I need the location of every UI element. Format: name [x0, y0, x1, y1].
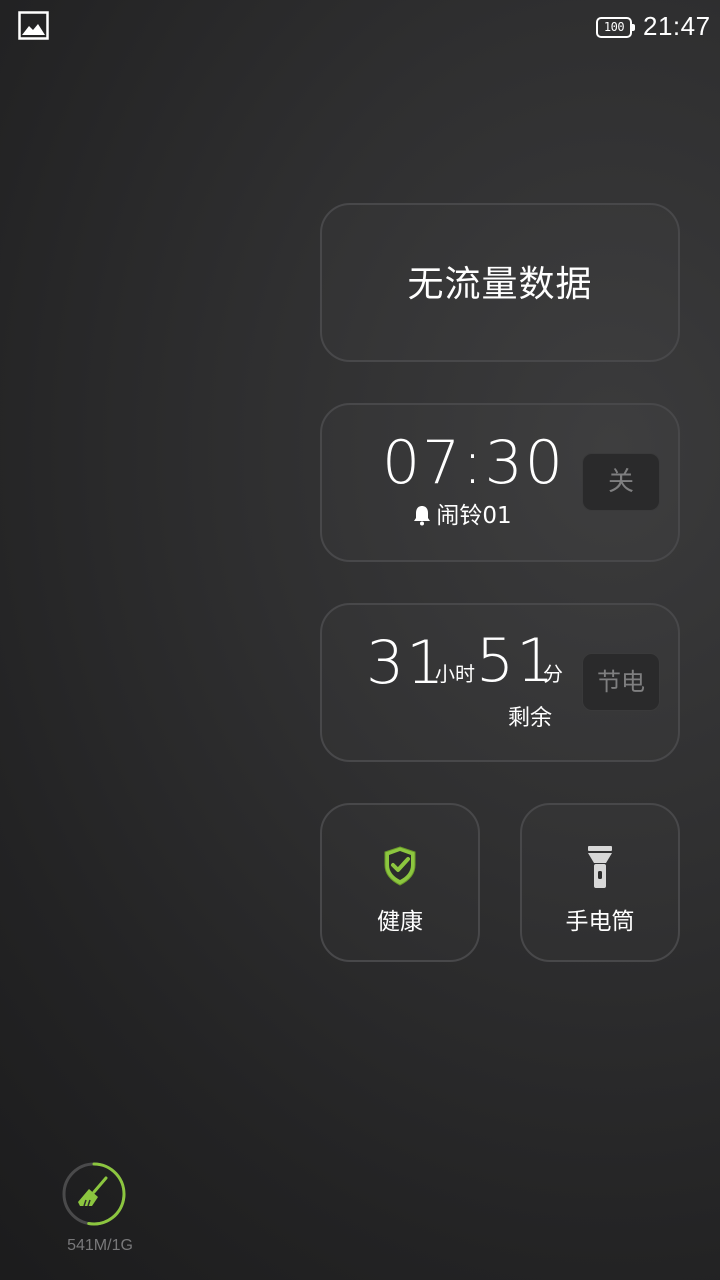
bell-icon — [414, 506, 431, 526]
battery-level: 100 — [603, 20, 625, 34]
flashlight-shortcut[interactable]: 手电筒 — [520, 803, 680, 962]
alarm-time: 07:30 — [382, 428, 565, 498]
health-label: 健康 — [377, 909, 423, 935]
alarm-off-button[interactable]: 关 — [582, 453, 660, 511]
battery-card[interactable]: 31 小时 51 分 剩余 节电 — [320, 603, 680, 762]
battery-hours-unit: 小时 — [435, 662, 475, 686]
broom-icon — [78, 1176, 108, 1207]
shield-check-icon — [322, 845, 478, 889]
health-shortcut[interactable]: 健康 — [320, 803, 480, 962]
alarm-label-row: 闹铃01 — [382, 501, 542, 531]
data-usage-card[interactable]: 无流量数据 — [320, 203, 680, 362]
flashlight-icon — [522, 845, 678, 889]
battery-minutes-unit: 分 — [543, 662, 563, 686]
memory-usage-text: 541M/1G — [67, 1237, 133, 1254]
status-time: 21:47 — [643, 11, 711, 41]
battery-indicator: 100 — [596, 17, 635, 38]
status-bar: 100 21:47 — [0, 0, 720, 52]
data-usage-text: 无流量数据 — [407, 264, 593, 305]
memory-cleaner-button[interactable] — [62, 1162, 126, 1226]
alarm-label: 闹铃01 — [436, 503, 512, 529]
gallery-icon — [18, 11, 49, 40]
flashlight-label: 手电筒 — [565, 909, 635, 935]
alarm-card[interactable]: 07:30 闹铃01 关 — [320, 403, 680, 562]
power-saving-button[interactable]: 节电 — [582, 653, 660, 711]
battery-remaining-label: 剩余 — [508, 706, 553, 731]
